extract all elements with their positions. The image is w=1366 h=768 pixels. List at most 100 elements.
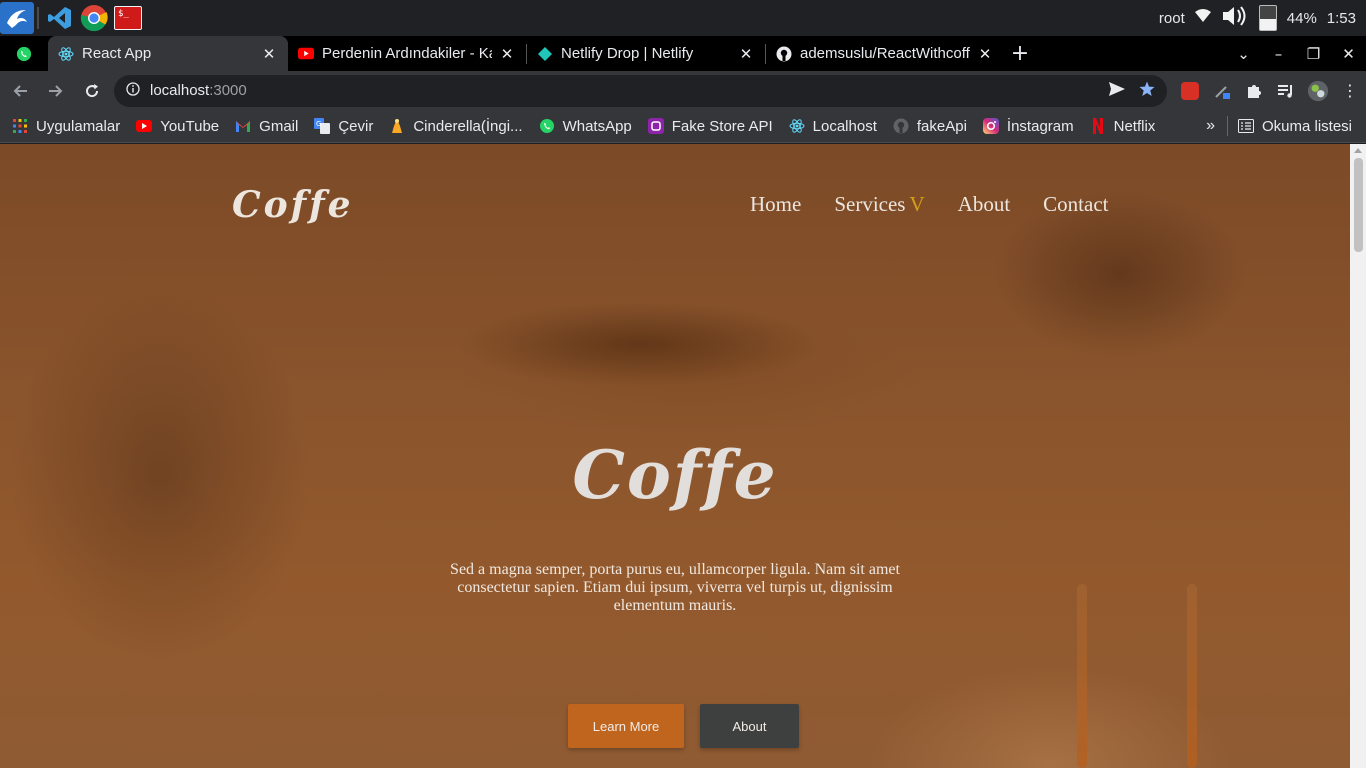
scroll-up-icon[interactable]	[1354, 148, 1362, 153]
tab-close-icon[interactable]: ✕	[260, 45, 278, 63]
reading-list-button[interactable]: Okuma listesi	[1237, 117, 1352, 135]
tab-close-icon[interactable]: ✕	[498, 45, 516, 63]
close-window-icon[interactable]: ✕	[1331, 45, 1366, 63]
restore-icon[interactable]: ❐	[1296, 45, 1331, 63]
fakestore-icon	[647, 118, 664, 134]
bookmark-youtube[interactable]: YouTube	[136, 118, 219, 135]
nav-services[interactable]: Services V	[834, 192, 924, 217]
apps-grid-icon	[12, 118, 28, 134]
url-port: :3000	[209, 82, 247, 99]
instagram-icon	[982, 118, 999, 134]
back-icon[interactable]	[4, 75, 36, 107]
page-viewport: Coffe Home Services V About Contact Coffe…	[0, 144, 1366, 768]
netlify-icon	[537, 46, 553, 62]
tab-search-icon[interactable]: ⌄	[1226, 45, 1261, 63]
tab-youtube[interactable]: Perdenin Ardındakiler - Ka ✕	[288, 36, 526, 71]
address-bar[interactable]: localhost:3000	[114, 74, 1167, 107]
new-tab-button[interactable]: +	[1004, 36, 1036, 71]
extension-eyedropper-icon[interactable]	[1211, 80, 1233, 102]
nav-home[interactable]: Home	[750, 192, 801, 217]
whatsapp-icon	[16, 46, 32, 62]
bookmark-label: YouTube	[160, 117, 220, 135]
bookmark-whatsapp[interactable]: WhatsApp	[539, 118, 632, 135]
nav-contact[interactable]: Contact	[1043, 192, 1108, 217]
forward-icon[interactable]	[40, 75, 72, 107]
coffee-drip-decoration	[1077, 584, 1087, 768]
react-icon	[789, 118, 805, 134]
browser-tab-strip: React App ✕ Perdenin Ardındakiler - Ka ✕…	[0, 36, 1366, 71]
more-bookmarks-button[interactable]: »	[1206, 117, 1215, 135]
os-taskbar: $_ root 44% 1:53	[0, 0, 1366, 36]
bookmark-gmail[interactable]: Gmail	[235, 118, 298, 135]
bookmark-label: WhatsApp	[562, 117, 632, 135]
tab-pinned-whatsapp[interactable]	[0, 36, 48, 71]
cinderella-icon	[389, 118, 405, 134]
services-caret-icon: V	[909, 192, 925, 216]
bookmark-label: Localhost	[812, 117, 877, 135]
tab-github[interactable]: ademsuslu/ReactWithcoffe ✕	[766, 36, 1004, 71]
reload-icon[interactable]	[76, 75, 108, 107]
chrome-icon[interactable]	[78, 2, 110, 34]
github-icon	[776, 46, 792, 62]
user-name[interactable]: root	[1159, 10, 1185, 27]
tab-title: ademsuslu/ReactWithcoffe	[800, 45, 970, 62]
clock[interactable]: 1:53	[1327, 10, 1356, 27]
bookmark-label: Gmail	[259, 117, 299, 135]
nav-about[interactable]: About	[958, 192, 1011, 217]
reading-list-icon	[1237, 118, 1254, 134]
site-info-icon[interactable]	[126, 81, 140, 100]
bookmark-label: Netflix	[1113, 117, 1156, 135]
whatsapp-icon	[539, 118, 555, 134]
tab-title: React App	[82, 45, 152, 62]
system-tray: root 44% 1:53	[1159, 4, 1366, 32]
browser-menu-icon[interactable]: ⋮	[1339, 80, 1361, 102]
bookmark-netflix[interactable]: Netflix	[1090, 117, 1156, 135]
bookmark-label: Cinderella(İngi...	[413, 117, 523, 135]
bookmark-star-icon[interactable]	[1139, 81, 1155, 101]
send-tab-icon[interactable]	[1109, 81, 1125, 100]
bookmarks-bar: Uygulamalar YouTube Gmail G Çevir Cinder…	[0, 110, 1366, 143]
tab-netlify[interactable]: Netlify Drop | Netlify ✕	[527, 36, 765, 71]
tab-close-icon[interactable]: ✕	[976, 45, 994, 63]
reading-list-label: Okuma listesi	[1261, 117, 1352, 135]
about-button[interactable]: About	[700, 704, 799, 748]
svg-text:G: G	[316, 120, 321, 128]
battery-percent: 44%	[1286, 9, 1317, 27]
volume-icon[interactable]	[1221, 4, 1249, 32]
youtube-icon	[136, 118, 153, 134]
bookmark-instagram[interactable]: İnstagram	[982, 118, 1074, 135]
tab-close-icon[interactable]: ✕	[737, 45, 755, 63]
learn-more-button[interactable]: Learn More	[568, 704, 684, 748]
bookmark-translate[interactable]: G Çevir	[314, 118, 373, 135]
wifi-icon[interactable]	[1194, 9, 1211, 27]
bookmarks-separator	[1226, 116, 1228, 136]
media-queue-icon[interactable]	[1275, 80, 1297, 102]
kali-menu-icon[interactable]	[0, 2, 34, 34]
tab-title: Netlify Drop | Netlify	[561, 45, 694, 62]
site-nav: Home Services V About Contact	[750, 192, 1108, 217]
bookmark-label: fakeApi	[916, 117, 967, 135]
extensions-puzzle-icon[interactable]	[1243, 80, 1265, 102]
bookmark-cinderella[interactable]: Cinderella(İngi...	[389, 117, 523, 135]
minimize-icon[interactable]: –	[1261, 45, 1296, 63]
scrollbar-thumb[interactable]	[1354, 158, 1363, 252]
site-logo[interactable]: Coffe	[232, 184, 354, 226]
tab-react-app[interactable]: React App ✕	[48, 36, 288, 71]
bookmark-label: Uygulamalar	[36, 117, 121, 135]
terminal-icon[interactable]: $_	[112, 2, 144, 34]
browser-toolbar: localhost:3000 ⋮	[0, 71, 1366, 110]
netflix-icon	[1090, 118, 1106, 134]
gmail-icon	[235, 118, 251, 134]
profile-avatar[interactable]	[1307, 80, 1329, 102]
bookmark-localhost[interactable]: Localhost	[789, 118, 877, 135]
tab-title: Perdenin Ardındakiler - Ka	[322, 45, 492, 62]
taskbar-separator	[37, 7, 39, 29]
bookmark-apps[interactable]: Uygulamalar	[12, 118, 120, 135]
vscode-icon[interactable]	[44, 2, 76, 34]
bookmark-fake-store-api[interactable]: Fake Store API	[647, 118, 773, 135]
page-scrollbar[interactable]	[1350, 144, 1366, 768]
extension-red-icon[interactable]	[1179, 80, 1201, 102]
translate-icon: G	[314, 118, 331, 134]
bookmark-fakeapi[interactable]: fakeApi	[893, 118, 967, 135]
battery-icon[interactable]	[1258, 5, 1277, 31]
